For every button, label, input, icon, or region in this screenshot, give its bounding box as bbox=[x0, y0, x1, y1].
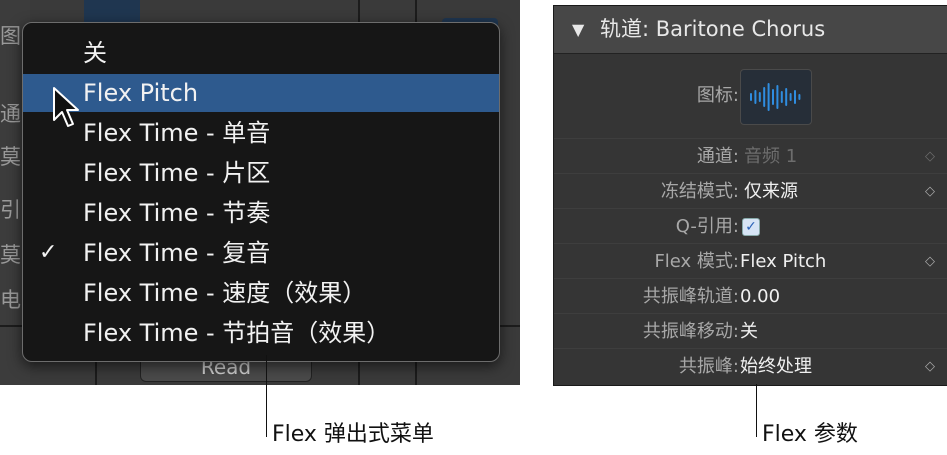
menu-item-label: Flex Pitch bbox=[83, 79, 199, 107]
menu-item-flex-time-tempophone-fx[interactable]: Flex Time - 节拍音（效果） bbox=[23, 314, 499, 352]
mouse-pointer-icon bbox=[53, 87, 79, 127]
stepper-icon[interactable]: ◇ bbox=[925, 244, 935, 279]
menu-item-label: Flex Time - 单音 bbox=[83, 119, 271, 147]
track-icon-button[interactable] bbox=[740, 69, 812, 125]
caption-flex-parameters: Flex 参数 bbox=[762, 422, 858, 447]
menu-item-off[interactable]: 关 bbox=[23, 34, 499, 72]
menu-item-flex-pitch[interactable]: Flex Pitch bbox=[23, 74, 499, 112]
disclosure-triangle-icon: ▼ bbox=[572, 20, 585, 39]
formant-shift-row: 共振峰移动: 关 bbox=[554, 313, 947, 349]
inspector-header[interactable]: ▼ 轨道: Baritone Chorus bbox=[554, 6, 947, 54]
menu-item-flex-time-speed-fx[interactable]: Flex Time - 速度（效果） bbox=[23, 274, 499, 312]
menu-item-label: Flex Time - 片区 bbox=[83, 159, 271, 187]
channel-value: 音频 1 bbox=[744, 146, 798, 167]
flex-popup-menu: 关 Flex Pitch Flex Time - 单音 Flex Time - … bbox=[22, 22, 500, 362]
waveform-icon bbox=[750, 83, 801, 111]
stepper-icon: ◇ bbox=[925, 149, 935, 164]
menu-item-label: Flex Time - 节拍音（效果） bbox=[83, 319, 391, 347]
left-screenshot: 图 通 莫 引 莫 电 ıılı ıılı ıılı Read 关 Flex P… bbox=[0, 0, 520, 385]
menu-item-label: Flex Time - 节奏 bbox=[83, 199, 271, 227]
freeze-mode-label: 冻结模式: bbox=[660, 181, 739, 202]
flex-mode-label: Flex 模式: bbox=[654, 251, 739, 272]
q-reference-label: Q-引用: bbox=[675, 216, 739, 237]
flex-mode-value[interactable]: Flex Pitch bbox=[740, 244, 826, 279]
menu-item-flex-time-polyphonic[interactable]: ✓ Flex Time - 复音 bbox=[23, 234, 499, 272]
formant-track-row: 共振峰轨道: 0.00 bbox=[554, 278, 947, 314]
formant-value[interactable]: 始终处理 bbox=[740, 349, 812, 384]
channel-row: 通道: 音频 1 ◇ bbox=[554, 138, 947, 174]
partial-label: 图 bbox=[0, 24, 21, 48]
track-inspector: ▼ 轨道: Baritone Chorus 图标: 通道: 音频 1 ◇ 冻结模… bbox=[553, 5, 947, 386]
partial-label: 通 bbox=[0, 102, 21, 126]
freeze-mode-row[interactable]: 冻结模式: 仅来源 ◇ bbox=[554, 173, 947, 209]
flex-mode-row[interactable]: Flex 模式: Flex Pitch ◇ bbox=[554, 243, 947, 279]
partial-label: 莫 bbox=[0, 145, 21, 169]
menu-item-flex-time-monophonic[interactable]: Flex Time - 单音 bbox=[23, 114, 499, 152]
freeze-mode-value[interactable]: 仅来源 bbox=[744, 174, 798, 209]
callout-line bbox=[266, 355, 267, 437]
checkmark-icon: ✓ bbox=[39, 240, 58, 265]
channel-label: 通道: bbox=[696, 146, 739, 167]
partial-label: 电 bbox=[0, 288, 21, 312]
formant-track-value[interactable]: 0.00 bbox=[740, 279, 780, 314]
formant-track-label: 共振峰轨道: bbox=[642, 286, 739, 307]
callout-line bbox=[756, 384, 757, 437]
menu-item-flex-time-slicing[interactable]: Flex Time - 片区 bbox=[23, 154, 499, 192]
partial-label: 莫 bbox=[0, 243, 21, 267]
formant-row[interactable]: 共振峰: 始终处理 ◇ bbox=[554, 348, 947, 384]
inspector-title: 轨道: Baritone Chorus bbox=[600, 17, 826, 41]
stepper-icon[interactable]: ◇ bbox=[925, 349, 935, 384]
formant-label: 共振峰: bbox=[678, 356, 739, 377]
menu-item-flex-time-rhythmic[interactable]: Flex Time - 节奏 bbox=[23, 194, 499, 232]
menu-item-label: Flex Time - 复音 bbox=[83, 239, 271, 267]
formant-shift-label: 共振峰移动: bbox=[642, 321, 739, 342]
caption-flex-popup-menu: Flex 弹出式菜单 bbox=[272, 422, 434, 447]
menu-item-label: Flex Time - 速度（效果） bbox=[83, 279, 367, 307]
icon-label: 图标: bbox=[696, 85, 739, 106]
partial-label: 引 bbox=[0, 198, 21, 222]
menu-item-label: 关 bbox=[83, 39, 107, 67]
q-reference-checkbox[interactable]: ✓ bbox=[742, 218, 760, 236]
formant-shift-value[interactable]: 关 bbox=[740, 314, 758, 349]
stepper-icon[interactable]: ◇ bbox=[925, 174, 935, 209]
q-reference-row: Q-引用: ✓ bbox=[554, 208, 947, 244]
